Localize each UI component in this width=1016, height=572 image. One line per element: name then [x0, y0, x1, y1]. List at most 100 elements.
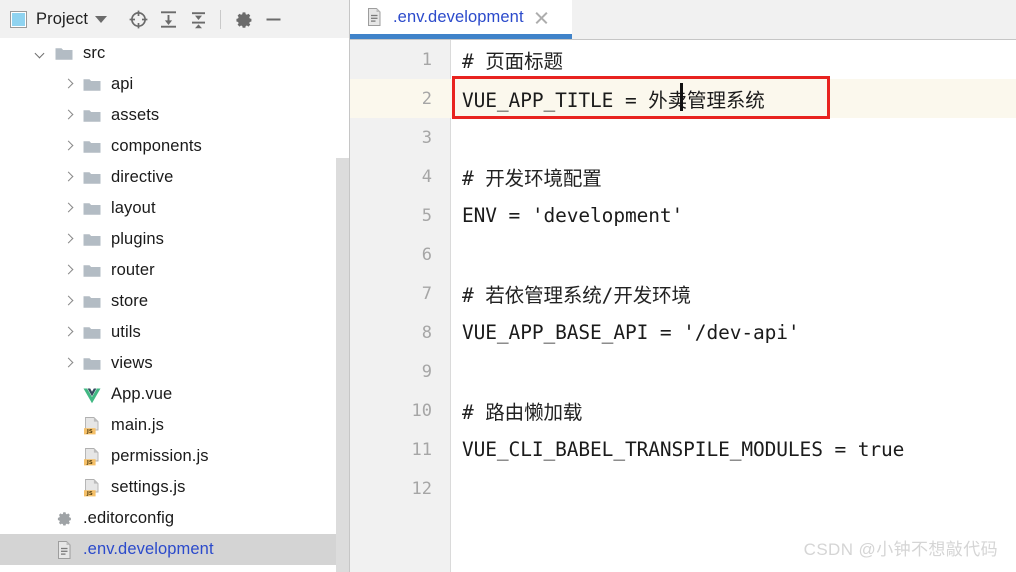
- minimize-icon[interactable]: [258, 4, 288, 34]
- tree-item-api[interactable]: api: [0, 69, 350, 100]
- tree-item-directive[interactable]: directive: [0, 162, 350, 193]
- ide-window: Project src api assets components direct…: [0, 0, 1016, 572]
- editor-panel: .env.development 1 # 页面标题 2 VUE_APP_TITLE =…: [350, 0, 1016, 572]
- tree-item-label: layout: [111, 199, 156, 217]
- code-line-6[interactable]: 6: [350, 235, 1016, 274]
- code-line-text: ENV = 'development': [462, 204, 684, 227]
- code-line-9[interactable]: 9: [350, 352, 1016, 391]
- code-line-12[interactable]: 12: [350, 469, 1016, 508]
- code-line-8[interactable]: 8 VUE_APP_BASE_API = '/dev-api': [350, 313, 1016, 352]
- chevron-right-icon[interactable]: [62, 357, 75, 370]
- chevron-right-icon[interactable]: [62, 78, 75, 91]
- folder-icon: [82, 168, 102, 188]
- chevron-right-icon[interactable]: [62, 109, 75, 122]
- tree-item-plugins[interactable]: plugins: [0, 224, 350, 255]
- tree-item-App-vue[interactable]: App.vue: [0, 379, 350, 410]
- chevron-right-icon[interactable]: [62, 295, 75, 308]
- tree-item-label: main.js: [111, 416, 164, 434]
- tree-item-src[interactable]: src: [0, 38, 350, 69]
- tree-item-label: router: [111, 261, 155, 279]
- js-file-icon: JS: [82, 416, 102, 436]
- locate-icon[interactable]: [123, 4, 153, 34]
- js-file-icon: JS: [82, 447, 102, 467]
- chevron-right-icon[interactable]: [62, 202, 75, 215]
- watermark: CSDN @小钟不想敲代码: [803, 540, 998, 559]
- close-icon[interactable]: [533, 9, 550, 26]
- tree-item-label: directive: [111, 168, 174, 186]
- line-number: 12: [411, 478, 432, 499]
- line-number: 11: [411, 439, 432, 460]
- code-editor[interactable]: 1 # 页面标题 2 VUE_APP_TITLE = 外卖管理系统 3 4 # 开发环境配置…: [350, 40, 1016, 572]
- tree-item-label: components: [111, 137, 202, 155]
- code-line-5[interactable]: 5 ENV = 'development': [350, 196, 1016, 235]
- gear-file-icon: [54, 509, 74, 529]
- chevron-down-icon[interactable]: [34, 47, 47, 60]
- tree-item-main-js[interactable]: JS main.js: [0, 410, 350, 441]
- tree-item-label: settings.js: [111, 478, 186, 496]
- project-label: Project: [36, 9, 89, 28]
- code-line-text: VUE_APP_BASE_API = '/dev-api': [462, 321, 800, 344]
- code-line-7[interactable]: 7 # 若依管理系统/开发环境: [350, 274, 1016, 313]
- project-dropdown[interactable]: Project: [10, 6, 108, 32]
- code-line-text: VUE_CLI_BABEL_TRANSPILE_MODULES = true: [462, 438, 905, 461]
- toolbar-divider: [220, 9, 222, 29]
- gear-icon[interactable]: [228, 4, 258, 34]
- sidebar-scrollbar[interactable]: [336, 158, 349, 572]
- tree-item-label: store: [111, 292, 149, 310]
- code-line-text: VUE_APP_TITLE = 外卖管理系统: [462, 89, 765, 112]
- tree-item-label: App.vue: [111, 385, 173, 403]
- collapse-all-icon[interactable]: [183, 4, 213, 34]
- tree-item-layout[interactable]: layout: [0, 193, 350, 224]
- code-line-2[interactable]: 2 VUE_APP_TITLE = 外卖管理系统: [350, 79, 1016, 118]
- tree-item-label: utils: [111, 323, 141, 341]
- folder-icon: [82, 230, 102, 250]
- code-line-11[interactable]: 11 VUE_CLI_BABEL_TRANSPILE_MODULES = true: [350, 430, 1016, 469]
- line-number: 7: [421, 283, 432, 304]
- tree-item-assets[interactable]: assets: [0, 100, 350, 131]
- tab-env-development[interactable]: .env.development: [350, 0, 572, 34]
- js-file-icon: JS: [82, 478, 102, 498]
- tree-item-store[interactable]: store: [0, 286, 350, 317]
- chevron-down-icon[interactable]: [95, 15, 108, 23]
- project-sidebar: Project src api assets components direct…: [0, 0, 350, 572]
- tree-item-env-development[interactable]: .env.development: [0, 534, 350, 565]
- text-caret: [680, 83, 683, 111]
- tree-item-views[interactable]: views: [0, 348, 350, 379]
- folder-icon: [82, 323, 102, 343]
- folder-icon: [82, 261, 102, 281]
- folder-icon: [82, 75, 102, 95]
- project-view-icon: [10, 10, 27, 28]
- chevron-right-icon[interactable]: [62, 264, 75, 277]
- project-file-tree[interactable]: src api assets components directive layout plu…: [0, 38, 350, 572]
- tree-item-utils[interactable]: utils: [0, 317, 350, 348]
- chevron-right-icon[interactable]: [62, 326, 75, 339]
- tree-item-permission-js[interactable]: JS permission.js: [0, 441, 350, 472]
- tree-item-settings-js[interactable]: JS settings.js: [0, 472, 350, 503]
- code-line-4[interactable]: 4 # 开发环境配置: [350, 157, 1016, 196]
- code-line-1[interactable]: 1 # 页面标题: [350, 40, 1016, 79]
- code-line-10[interactable]: 10 # 路由懒加载: [350, 391, 1016, 430]
- tree-item-router[interactable]: router: [0, 255, 350, 286]
- tree-item-components[interactable]: components: [0, 131, 350, 162]
- expand-all-icon[interactable]: [153, 4, 183, 34]
- tree-item-label: plugins: [111, 230, 164, 248]
- chevron-right-icon[interactable]: [62, 140, 75, 153]
- tree-item-editorconfig[interactable]: .editorconfig: [0, 503, 350, 534]
- line-number: 10: [411, 400, 432, 421]
- chevron-right-icon[interactable]: [62, 171, 75, 184]
- code-line-3[interactable]: 3: [350, 118, 1016, 157]
- folder-icon: [82, 354, 102, 374]
- code-line-text: # 页面标题: [462, 50, 563, 73]
- chevron-right-icon[interactable]: [62, 233, 75, 246]
